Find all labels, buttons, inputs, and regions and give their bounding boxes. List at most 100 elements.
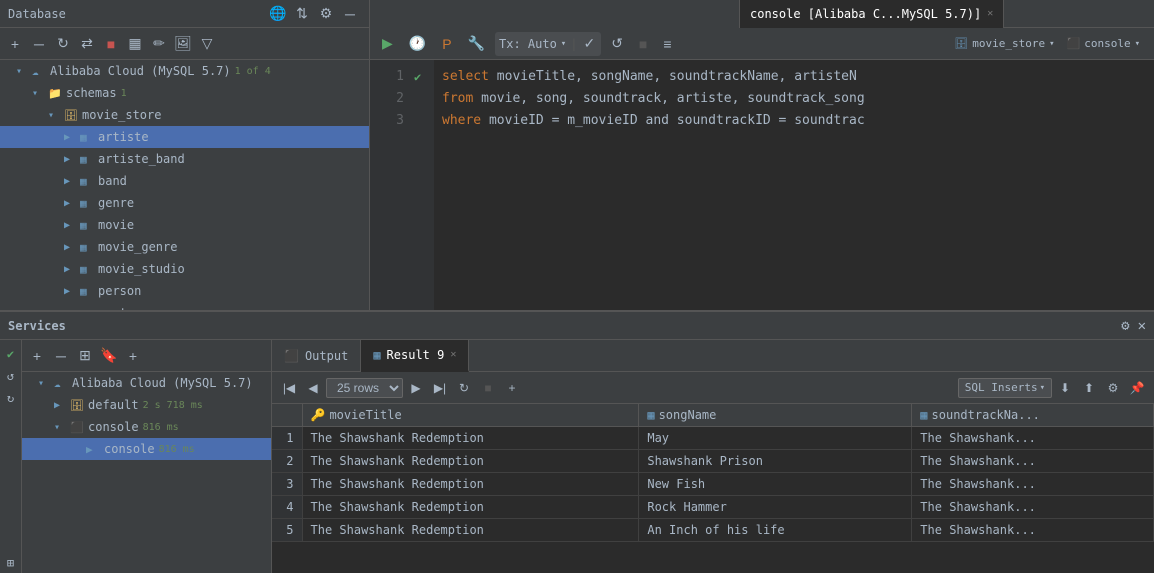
tree-item-artiste-band[interactable]: ▶ ▦ artiste_band [0,148,369,170]
sql-inserts-btn[interactable]: SQL Inserts ▾ [958,378,1052,398]
table-row[interactable]: 1 The Shawshank Redemption May The Shaws… [272,427,1154,450]
remove-icon-btn[interactable]: ─ [50,345,72,367]
editor-tab-console[interactable]: console [Alibaba C...MySQL 5.7)] ✕ [740,0,1004,28]
gear-icon[interactable]: ⚙ [1121,318,1129,334]
rows-selector[interactable]: 25 rows [326,378,403,398]
col-header-soundtrack-name[interactable]: ▦soundtrackNa... [912,404,1154,427]
tree-item-alibaba[interactable]: ▾ ☁ Alibaba Cloud (MySQL 5.7) 1 of 4 [0,60,369,82]
chevron-down-icon: ▾ [561,39,566,49]
cell-soundtrack-name: The Shawshank... [912,519,1154,542]
tree-item-movie-genre[interactable]: ▶ ▦ movie_genre [0,236,369,258]
table-poster-label: poster [98,306,141,310]
chevron-down-icon: ▾ [1049,39,1054,49]
refresh-btn[interactable]: ↻ [453,377,475,399]
tree-item-band[interactable]: ▶ ▦ band [0,170,369,192]
code-line-1: select movieTitle, songName, soundtrackN… [442,66,1154,88]
filter-icon-btn[interactable]: ▽ [196,33,218,55]
tree-item-schemas[interactable]: ▾ 📁 schemas 1 [0,82,369,104]
services-tree-console[interactable]: ▾ ⬛ console 816 ms [22,416,271,438]
services-tree-alibaba[interactable]: ▾ ☁ Alibaba Cloud (MySQL 5.7) [22,372,271,394]
remove-icon-btn[interactable]: ─ [28,33,50,55]
table-movie-label: movie [98,218,134,232]
table-person-label: person [98,284,141,298]
export-btn[interactable]: ⬇ [1054,377,1076,399]
pin-button[interactable]: P [436,32,457,56]
col-header-song-name[interactable]: ▦songName [639,404,912,427]
gear-icon-btn[interactable]: ⚙ [315,3,337,25]
services-tree-console-sub[interactable]: ▶ console 816 ms [22,438,271,460]
globe-icon-btn[interactable]: 🌐 [267,3,289,25]
table-icon: ▦ [80,197,98,210]
tree-item-person[interactable]: ▶ ▦ person [0,280,369,302]
close-icon[interactable]: ✕ [1138,318,1146,334]
split-icon-btn[interactable]: ⇅ [291,3,313,25]
add-icon-btn[interactable]: + [4,33,26,55]
add2-icon-btn[interactable]: + [122,345,144,367]
undo-icon[interactable]: ↺ [1,366,21,386]
tab-result[interactable]: ▦ Result 9 ✕ [361,340,469,372]
tree-item-genre[interactable]: ▶ ▦ genre [0,192,369,214]
row-num-cell: 3 [272,473,302,496]
results-tabbar: ⬛ Output ▦ Result 9 ✕ [272,340,1154,372]
services-alibaba-label: Alibaba Cloud (MySQL 5.7) [72,376,253,390]
tx-selector[interactable]: Tx: Auto ▾ | ✓ [495,32,601,56]
group-icon-btn[interactable]: ⊞ [74,345,96,367]
close-icon[interactable]: ✕ [450,349,456,360]
code-content[interactable]: select movieTitle, songName, soundtrackN… [434,60,1154,310]
add-icon-btn[interactable]: + [26,345,48,367]
bookmark-icon-btn[interactable]: 🔖 [98,345,120,367]
redo-icon[interactable]: ↻ [1,388,21,408]
pin-btn[interactable]: 📌 [1126,377,1148,399]
table-icon: ▦ [80,131,98,144]
refresh-icon-btn[interactable]: ↻ [52,33,74,55]
stop-icon-btn[interactable]: ■ [100,33,122,55]
tab-result-icon: ▦ [373,348,380,362]
sidebar-header: Database 🌐 ⇅ ⚙ ─ [0,0,369,28]
add-row-btn[interactable]: + [501,377,523,399]
sync-icon-btn[interactable]: ⇄ [76,33,98,55]
next-page-btn[interactable]: ▶ [405,377,427,399]
run-button[interactable]: ▶ [376,32,399,56]
stop-button[interactable]: ■ [633,32,653,56]
edit-icon-btn[interactable]: ✏ [148,33,170,55]
tab-output[interactable]: ⬛ Output [272,340,361,372]
minimize-icon-btn[interactable]: ─ [339,3,361,25]
first-page-btn[interactable]: |◀ [278,377,300,399]
table-icon-btn[interactable]: ▦ [124,33,146,55]
col-header-movie-title[interactable]: 🔑movieTitle [302,404,639,427]
chevron-right-icon: ▶ [64,132,80,143]
wrench-button[interactable]: 🔧 [462,32,491,56]
table-row[interactable]: 5 The Shawshank Redemption An Inch of hi… [272,519,1154,542]
prev-page-btn[interactable]: ◀ [302,377,324,399]
stop-btn[interactable]: ■ [477,377,499,399]
services-tree-default[interactable]: ▶ 🗄 default 2 s 718 ms [22,394,271,416]
table-row[interactable]: 3 The Shawshank Redemption New Fish The … [272,473,1154,496]
chevron-right-icon: ▶ [64,308,80,311]
settings-btn[interactable]: ⚙ [1102,377,1124,399]
image-icon-btn[interactable]: 🖼 [172,33,194,55]
db-icon: 🗄 [70,399,88,412]
left-icons-panel: ✔ ↺ ↻ ⊞ [0,340,22,573]
sidebar-tree: ▾ ☁ Alibaba Cloud (MySQL 5.7) 1 of 4 ▾ 📁… [0,60,369,310]
services-header: Services ⚙ ✕ [0,312,1154,340]
table-row[interactable]: 4 The Shawshank Redemption Rock Hammer T… [272,496,1154,519]
last-page-btn[interactable]: ▶| [429,377,451,399]
tx-check-btn[interactable]: ✓ [581,34,597,54]
line-numbers: 1 2 3 [370,60,410,310]
import-btn[interactable]: ⬆ [1078,377,1100,399]
chevron-down-icon: ▾ [54,422,70,433]
tree-item-poster[interactable]: ▶ ▦ poster [0,302,369,310]
close-icon[interactable]: ✕ [987,8,993,19]
db-name: movie_store [972,37,1045,50]
tree-item-artiste[interactable]: ▶ ▦ artiste [0,126,369,148]
tree-item-movie-store[interactable]: ▾ 🗄 movie_store [0,104,369,126]
cell-movie-title: The Shawshank Redemption [302,473,639,496]
undo-button[interactable]: ↺ [605,32,629,56]
tree-item-movie-studio[interactable]: ▶ ▦ movie_studio [0,258,369,280]
chevron-down-icon: ▾ [16,66,32,77]
history-button[interactable]: 🕐 [403,32,432,56]
table-row[interactable]: 2 The Shawshank Redemption Shawshank Pri… [272,450,1154,473]
tree-item-movie[interactable]: ▶ ▦ movie [0,214,369,236]
format-button[interactable]: ≡ [657,32,677,56]
code-editor[interactable]: 1 2 3 ✔ select movieTitle, songName, sou… [370,60,1154,310]
